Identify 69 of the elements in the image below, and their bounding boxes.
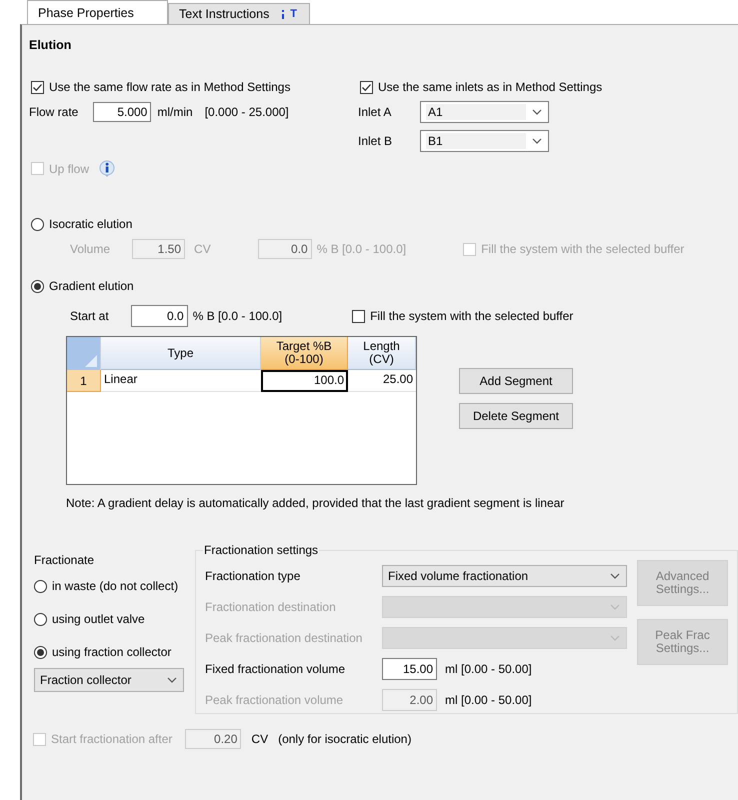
range-label: [0.000 - 25.000] [204,105,289,119]
radio-label: in waste (do not collect) [52,579,178,593]
radio-label: Isocratic elution [49,217,132,231]
unit-label: CV [251,732,268,746]
info-marker-icon [282,10,284,18]
checkbox-label: Up flow [49,162,90,176]
table-cell: 25.00 [348,370,416,392]
checkbox-label: Fill the system with the selected buffer [370,309,574,323]
range-label: ml [0.00 - 50.00] [445,662,532,676]
collector-select[interactable]: Fraction collector [34,668,184,692]
radio-button[interactable] [34,646,47,658]
field-label: Peak fractionation destination [205,631,364,645]
unit-label: ml/min [157,105,193,119]
hint-text: (only for isocratic elution) [278,732,412,746]
chevron-down-icon [610,635,620,641]
radio-label: using outlet valve [52,612,145,626]
settings-select[interactable]: Fixed volume fractionation [382,565,627,587]
flow-rate-field[interactable]: 5.000 [93,102,152,122]
checkbox-label: Start fractionation after [51,732,172,746]
checkbox-label: Use the same inlets as in Method Settings [378,80,602,94]
field-label: Peak fractionation volume [205,693,344,707]
section-title: Elution [29,37,72,53]
chevron-down-icon [610,573,620,579]
field-label: Start at [70,309,109,323]
volume-field[interactable]: 15.00 [382,658,437,680]
field-label: Inlet A [358,105,392,119]
field-label: Fixed fractionation volume [205,662,346,676]
chevron-down-icon [610,604,620,610]
group-title: Fractionation settings [203,543,320,557]
column-header[interactable]: Type [101,337,261,370]
table-cell: 100.0 [261,370,348,392]
corner-triangle-icon [85,355,97,367]
chevron-down-icon [532,109,542,115]
chevron-down-icon [167,677,177,683]
field-label: Flow rate [29,105,78,119]
checkbox-label: Fill the system with the selected buffer [481,242,684,256]
range-label: % B [0.0 - 100.0] [316,242,406,256]
segment-button[interactable]: Delete Segment [459,403,573,429]
field-label: Fractionation destination [205,600,337,614]
tab-tag: T [290,8,297,20]
inlet-select[interactable]: B1 [420,130,549,152]
column-header[interactable]: Length (CV) [348,337,416,370]
start-field[interactable]: 0.0 [130,305,188,327]
group-title: Fractionate [34,553,94,567]
field-label: Volume [70,242,110,256]
column-header[interactable]: Target %B (0-100) [261,337,348,370]
checkbox-label: Use the same flow rate as in Method Settings [49,80,290,94]
info-icon[interactable] [99,160,116,177]
radio-button[interactable] [34,612,47,626]
note-text: Note: A gradient delay is automatically added, provided that the last gradient segment is linear [66,496,566,510]
radio-label: Gradient elution [49,279,134,293]
table-cell: Linear [101,370,261,392]
unit-label: CV [194,242,211,256]
checkbox[interactable] [352,310,366,322]
checkbox[interactable] [31,80,44,94]
row-number[interactable]: 1 [67,370,101,392]
field-label: Fractionation type [205,569,302,583]
chevron-down-icon [532,138,542,144]
radio-button[interactable] [34,580,47,592]
tab[interactable]: Phase Properties [27,0,168,24]
radio-button[interactable] [31,280,44,292]
checkbox[interactable] [360,80,373,94]
range-label: ml [0.00 - 50.00] [445,693,532,707]
tab[interactable]: Text Instructions T [168,3,310,24]
field-label: Inlet B [358,134,394,148]
inlet-select[interactable]: A1 [420,101,549,123]
segment-button[interactable]: Add Segment [459,368,573,394]
radio-label: using fraction collector [52,645,172,659]
range-label: % B [0.0 - 100.0] [192,309,282,323]
